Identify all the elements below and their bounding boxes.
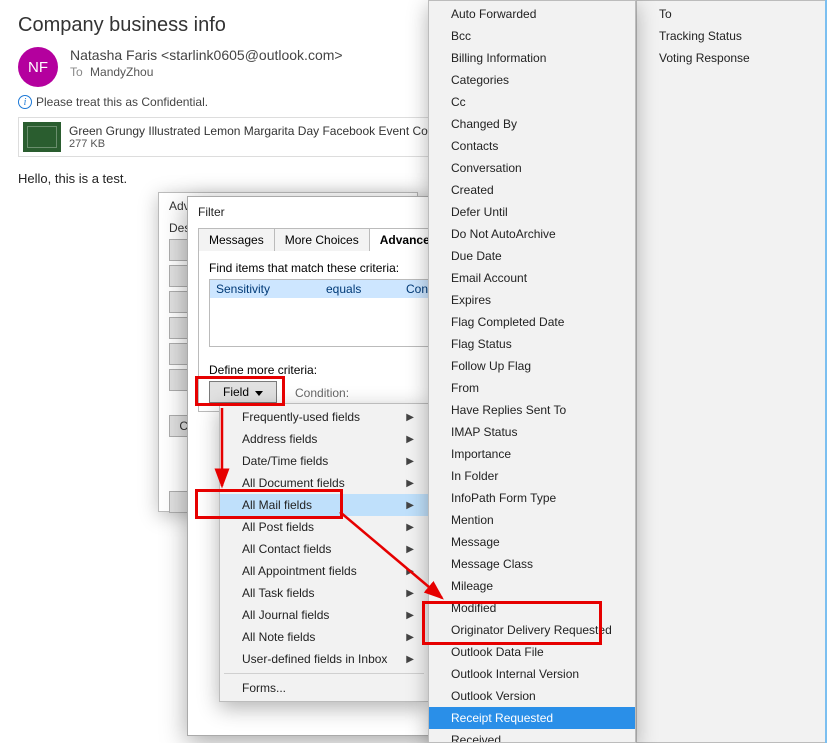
field-submenu[interactable]: Frequently-used fields▶Address fields▶Da… xyxy=(219,403,429,702)
field-menu-item[interactable]: Cc xyxy=(429,91,635,113)
submenu-item[interactable]: All Mail fields▶ xyxy=(220,494,428,516)
tab-more-choices[interactable]: More Choices xyxy=(274,228,370,251)
field-menu-item[interactable]: Message Class xyxy=(429,553,635,575)
field-menu-item[interactable]: Conversation xyxy=(429,157,635,179)
field-menu-item[interactable]: Outlook Data File xyxy=(429,641,635,663)
field-menu-item[interactable]: Originator Delivery Requested xyxy=(429,619,635,641)
field-menu-item[interactable]: Flag Completed Date xyxy=(429,311,635,333)
field-menu-item[interactable]: Categories xyxy=(429,69,635,91)
field-menu-item[interactable]: To xyxy=(637,3,825,25)
field-menu-item[interactable]: Receipt Requested xyxy=(429,707,635,729)
mail-fields-menu-col2[interactable]: ToTracking StatusVoting Response xyxy=(636,0,826,743)
submenu-item[interactable]: User-defined fields in Inbox▶ xyxy=(220,648,428,670)
field-menu-item[interactable]: Do Not AutoArchive xyxy=(429,223,635,245)
field-menu-item[interactable]: Bcc xyxy=(429,25,635,47)
field-menu-item[interactable]: Auto Forwarded xyxy=(429,3,635,25)
sender-avatar: NF xyxy=(18,47,58,87)
field-dropdown-button[interactable]: Field xyxy=(209,381,277,403)
submenu-item[interactable]: All Note fields▶ xyxy=(220,626,428,648)
chevron-right-icon: ▶ xyxy=(406,478,414,489)
field-menu-item[interactable]: Modified xyxy=(429,597,635,619)
chevron-right-icon: ▶ xyxy=(406,654,414,665)
field-menu-item[interactable]: Mention xyxy=(429,509,635,531)
field-menu-item[interactable]: Defer Until xyxy=(429,201,635,223)
field-menu-item[interactable]: Billing Information xyxy=(429,47,635,69)
chevron-right-icon: ▶ xyxy=(406,632,414,643)
chevron-right-icon: ▶ xyxy=(406,566,414,577)
field-menu-item[interactable]: In Folder xyxy=(429,465,635,487)
submenu-item[interactable]: Frequently-used fields▶ xyxy=(220,406,428,428)
attachment-size: 277 KB xyxy=(69,138,445,150)
field-menu-item[interactable]: Tracking Status xyxy=(637,25,825,47)
field-menu-item[interactable]: Expires xyxy=(429,289,635,311)
submenu-item[interactable]: All Journal fields▶ xyxy=(220,604,428,626)
chevron-right-icon: ▶ xyxy=(406,500,414,511)
chevron-right-icon: ▶ xyxy=(406,522,414,533)
submenu-item[interactable]: All Task fields▶ xyxy=(220,582,428,604)
field-menu-item[interactable]: Received xyxy=(429,729,635,743)
submenu-forms[interactable]: Forms... xyxy=(220,677,428,699)
confidential-text: Please treat this as Confidential. xyxy=(36,95,208,109)
field-menu-item[interactable]: Flag Status xyxy=(429,333,635,355)
info-icon: i xyxy=(18,95,32,109)
field-menu-item[interactable]: Outlook Internal Version xyxy=(429,663,635,685)
chevron-down-icon xyxy=(255,391,263,396)
chevron-right-icon: ▶ xyxy=(406,456,414,467)
field-button-label: Field xyxy=(223,385,249,399)
chevron-right-icon: ▶ xyxy=(406,412,414,423)
attachment-name: Green Grungy Illustrated Lemon Margarita… xyxy=(69,124,445,138)
chevron-right-icon: ▶ xyxy=(406,610,414,621)
to-recipient: MandyZhou xyxy=(90,65,153,79)
criteria-condition[interactable]: equals xyxy=(320,280,400,298)
field-menu-item[interactable]: Outlook Version xyxy=(429,685,635,707)
condition-label: Condition: xyxy=(295,386,349,400)
submenu-item[interactable]: Address fields▶ xyxy=(220,428,428,450)
field-menu-item[interactable]: Message xyxy=(429,531,635,553)
field-menu-item[interactable]: InfoPath Form Type xyxy=(429,487,635,509)
field-menu-item[interactable]: From xyxy=(429,377,635,399)
field-menu-item[interactable]: Have Replies Sent To xyxy=(429,399,635,421)
criteria-field[interactable]: Sensitivity xyxy=(210,280,320,298)
submenu-item[interactable]: All Post fields▶ xyxy=(220,516,428,538)
mail-fields-menu[interactable]: Auto ForwardedBccBilling InformationCate… xyxy=(428,0,636,743)
field-menu-item[interactable]: Created xyxy=(429,179,635,201)
field-menu-item[interactable]: Importance xyxy=(429,443,635,465)
field-menu-item[interactable]: Contacts xyxy=(429,135,635,157)
attachment-thumbnail xyxy=(23,122,61,152)
chevron-right-icon: ▶ xyxy=(406,434,414,445)
field-menu-item[interactable]: Mileage xyxy=(429,575,635,597)
submenu-item[interactable]: All Appointment fields▶ xyxy=(220,560,428,582)
field-menu-item[interactable]: Changed By xyxy=(429,113,635,135)
to-label: To xyxy=(70,65,83,79)
field-menu-item[interactable]: Voting Response xyxy=(637,47,825,69)
chevron-right-icon: ▶ xyxy=(406,588,414,599)
field-menu-item[interactable]: IMAP Status xyxy=(429,421,635,443)
submenu-item[interactable]: All Document fields▶ xyxy=(220,472,428,494)
tab-messages[interactable]: Messages xyxy=(198,228,275,251)
submenu-item[interactable]: All Contact fields▶ xyxy=(220,538,428,560)
field-menu-item[interactable]: Follow Up Flag xyxy=(429,355,635,377)
submenu-item[interactable]: Date/Time fields▶ xyxy=(220,450,428,472)
chevron-right-icon: ▶ xyxy=(406,544,414,555)
field-menu-item[interactable]: Due Date xyxy=(429,245,635,267)
field-menu-item[interactable]: Email Account xyxy=(429,267,635,289)
